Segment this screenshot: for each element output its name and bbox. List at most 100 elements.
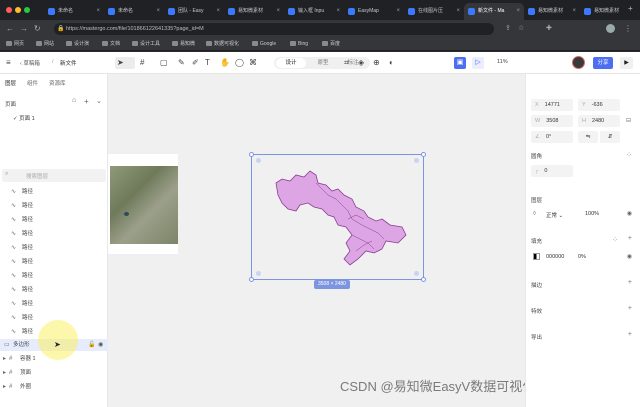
fill-hex-value[interactable]: 000000 <box>546 254 564 260</box>
tab-prototype[interactable]: 原型 <box>308 58 338 68</box>
corner-settings-icon[interactable]: ⁘ <box>626 151 632 159</box>
close-tab-icon[interactable]: × <box>336 3 340 20</box>
layer-row[interactable]: ∿ 路径 <box>0 214 108 226</box>
layer-row[interactable]: ∿ 路径 <box>0 284 108 296</box>
maximize-window-button[interactable] <box>24 7 30 13</box>
browser-tab[interactable]: 易知微素材 × <box>524 3 580 20</box>
profile-avatar[interactable] <box>606 24 615 33</box>
corner-radius-field[interactable]: ╭ 0 <box>531 165 573 177</box>
flip-vertical-button[interactable]: ⇵ <box>600 131 620 143</box>
bookmark-item[interactable]: 文档 <box>102 39 120 49</box>
tab-design[interactable]: 设计 <box>276 58 306 68</box>
bookmark-item[interactable]: 易知微 <box>172 39 195 49</box>
url-field[interactable]: 🔒 https://mastergo.com/file/101866122641… <box>54 23 494 35</box>
file-name[interactable]: 新文件 <box>60 59 77 67</box>
layer-row[interactable]: ∿ 路径 <box>0 200 108 212</box>
browser-tab[interactable]: 未命名 × <box>104 3 164 20</box>
new-tab-icon[interactable]: + <box>628 4 633 13</box>
blend-mode-select[interactable]: 正常 ⌄ <box>546 211 563 219</box>
close-tab-icon[interactable]: × <box>276 3 280 20</box>
h-field[interactable]: H 2480 <box>578 115 620 127</box>
close-tab-icon[interactable]: × <box>572 3 576 20</box>
selection-box[interactable] <box>249 152 426 282</box>
layout-icon[interactable]: ▣ <box>454 57 466 69</box>
plugin-icon[interactable]: ⌘ <box>249 58 257 68</box>
add-page-icon[interactable]: + <box>84 97 89 106</box>
close-tab-icon[interactable]: × <box>216 3 220 20</box>
layer-row[interactable]: ∿ 路径 <box>0 242 108 254</box>
browser-tab[interactable]: 在线图片压 × <box>404 3 464 20</box>
bookmark-item[interactable]: 设计演 <box>66 39 89 49</box>
minimize-window-button[interactable] <box>15 7 21 13</box>
boolean-icon[interactable]: ◐ <box>389 58 394 68</box>
collapse-pages-icon[interactable]: ⌄ <box>96 97 102 105</box>
add-fill-icon[interactable]: + <box>628 235 632 242</box>
bookmark-item[interactable]: Google <box>252 39 276 49</box>
browser-tab[interactable]: 易知微素材 <box>580 3 626 20</box>
rectangle-tool-icon[interactable]: ▢ <box>160 58 168 68</box>
province-map-shape[interactable] <box>252 155 425 281</box>
flip-horizontal-button[interactable]: ⇋ <box>578 131 598 143</box>
text-tool-icon[interactable]: T <box>205 58 210 68</box>
frame-tool-icon[interactable]: # <box>140 58 144 68</box>
bookmark-item[interactable]: 网页 <box>6 39 24 49</box>
reload-icon[interactable]: ↻ <box>34 23 41 34</box>
browser-tab[interactable]: 团队 - Easy × <box>164 3 224 20</box>
browser-tab[interactable]: EasyMap × <box>344 3 404 20</box>
constrain-proportions-icon[interactable]: ⊟ <box>626 117 631 124</box>
close-tab-icon[interactable]: × <box>456 3 460 20</box>
page-item[interactable]: ✓ 页面 1 <box>13 114 35 122</box>
fill-color-swatch[interactable] <box>533 253 540 260</box>
add-stroke-icon[interactable]: + <box>628 279 632 286</box>
tab-assets[interactable]: 资源库 <box>49 79 66 87</box>
browser-tab[interactable]: 输入框 Inpu × <box>284 3 344 20</box>
opacity-value[interactable]: 100% <box>585 211 599 217</box>
add-export-icon[interactable]: + <box>628 331 632 338</box>
main-menu-icon[interactable]: ≡ <box>6 58 11 68</box>
close-tab-icon[interactable]: × <box>396 3 400 20</box>
bookmark-item[interactable]: 数据可视化 <box>206 39 239 49</box>
fill-opacity-value[interactable]: 0% <box>578 254 586 260</box>
tab-layers[interactable]: 图层 <box>5 79 16 87</box>
design-canvas[interactable]: 3508 × 2480 CSDN @易知微EasyV数据可视化 <box>108 74 535 407</box>
bookmark-item[interactable]: 百度 <box>322 39 340 49</box>
close-tab-icon[interactable]: × <box>516 3 520 20</box>
avatar[interactable] <box>572 56 585 69</box>
rotation-field[interactable]: ∠ 0° <box>531 131 573 143</box>
lock-layer-icon[interactable]: 🔓 <box>88 339 95 351</box>
layer-row[interactable]: ∿ 路径 <box>0 298 108 310</box>
browser-tab-active[interactable]: 新文件 - Ma × <box>464 3 524 20</box>
component-icon[interactable]: ◈ <box>358 58 364 68</box>
back-icon[interactable]: ← <box>6 23 14 34</box>
bookmark-item[interactable]: 网站 <box>36 39 54 49</box>
browser-tab[interactable]: 易知微素材 × <box>224 3 284 20</box>
layer-row[interactable]: ∿ 路径 <box>0 228 108 240</box>
layer-search[interactable]: ⌕ 搜索图层 <box>2 169 106 182</box>
layer-visibility-icon[interactable]: ◉ <box>627 210 632 217</box>
layer-group-row[interactable]: ▸ # 顶面 <box>0 367 108 379</box>
hand-tool-icon[interactable]: ✋ <box>220 58 230 68</box>
fill-styles-icon[interactable]: ⁘ <box>612 236 618 244</box>
pencil-tool-icon[interactable]: ✐ <box>192 58 199 68</box>
close-tab-icon[interactable]: × <box>96 3 100 20</box>
satellite-image[interactable] <box>110 166 178 244</box>
y-field[interactable]: Y -636 <box>578 99 620 111</box>
present-play-icon[interactable]: ▶ <box>620 57 633 69</box>
close-window-button[interactable] <box>6 7 12 13</box>
bookmark-item[interactable]: 设计工具 <box>132 39 160 49</box>
visibility-eye-icon[interactable]: ◉ <box>98 339 103 351</box>
add-effect-icon[interactable]: + <box>628 305 632 312</box>
close-tab-icon[interactable]: × <box>156 3 160 20</box>
share-button[interactable]: 分享 <box>593 57 613 69</box>
bookmark-star-icon[interactable]: ☆ <box>518 23 524 34</box>
comment-tool-icon[interactable]: ◯ <box>235 58 244 68</box>
pen-tool-icon[interactable]: ✎ <box>178 58 185 68</box>
layer-row[interactable]: ∿ 路径 <box>0 256 108 268</box>
back-to-drafts-link[interactable]: ‹ 草稿箱 <box>20 59 40 67</box>
page-list-icon[interactable]: ⌂ <box>72 97 76 104</box>
x-field[interactable]: X 14771 <box>531 99 573 111</box>
bookmark-item[interactable]: Bing <box>290 39 308 49</box>
play-preview-icon[interactable]: ▷ <box>472 57 484 69</box>
browser-menu-icon[interactable]: ⋮ <box>624 23 632 34</box>
fill-visibility-icon[interactable]: ◉ <box>627 253 632 260</box>
